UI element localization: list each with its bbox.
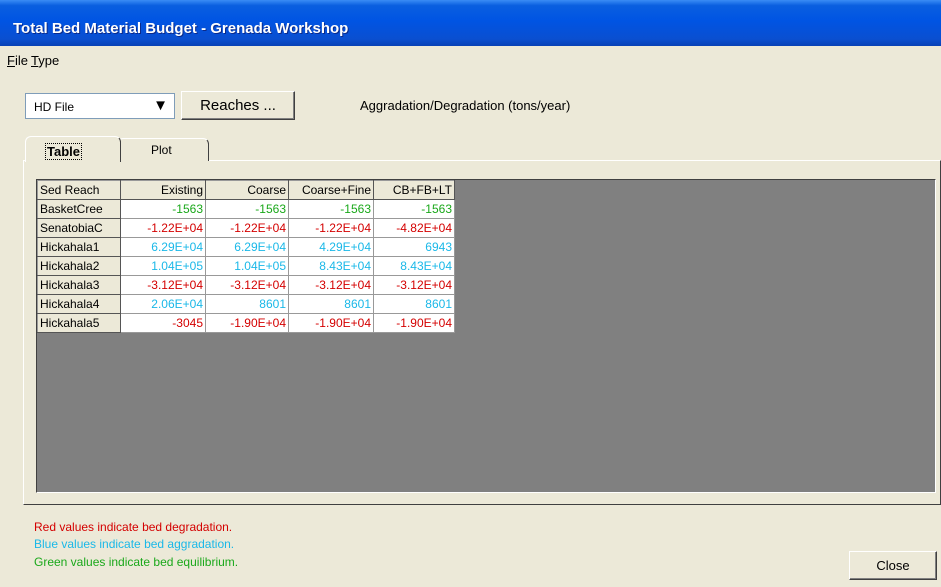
- table-row[interactable]: Hickahala2 1.04E+05 1.04E+05 8.43E+04 8.43E+…: [37, 256, 455, 276]
- table-cell[interactable]: 6.29E+04: [205, 237, 289, 257]
- table-cell[interactable]: 6.29E+04: [120, 237, 206, 257]
- row-header-label: Hickahala1: [40, 240, 100, 254]
- table-cell[interactable]: -3045: [120, 313, 206, 333]
- row-header[interactable]: Hickahala1: [37, 237, 121, 257]
- table-cell[interactable]: 8601: [288, 294, 374, 314]
- row-header-label: Hickahala4: [40, 297, 100, 311]
- table-cell[interactable]: -3.12E+04: [373, 275, 455, 295]
- table-cell[interactable]: -1.22E+04: [205, 218, 289, 238]
- column-header[interactable]: Sed Reach: [37, 180, 121, 200]
- menu-file[interactable]: File: [7, 53, 28, 68]
- file-type-select[interactable]: HD File ▼: [25, 93, 175, 119]
- row-header[interactable]: Hickahala2: [37, 256, 121, 276]
- table-cell[interactable]: -1.90E+04: [205, 313, 289, 333]
- row-header-label: Hickahala5: [40, 316, 100, 330]
- table-cell[interactable]: 2.06E+04: [120, 294, 206, 314]
- table-header-row: Sed Reach Existing Coarse Coarse+Fine CB…: [37, 180, 455, 200]
- table-cell[interactable]: -1.22E+04: [120, 218, 206, 238]
- legend-aggradation: Blue values indicate bed aggradation.: [34, 537, 235, 551]
- table-row[interactable]: Hickahala1 6.29E+04 6.29E+04 4.29E+04 6943: [37, 237, 455, 257]
- legend-degradation: Red values indicate bed degradation.: [34, 520, 233, 534]
- table-cell[interactable]: -3.12E+04: [288, 275, 374, 295]
- row-header[interactable]: BasketCree: [37, 199, 121, 219]
- menu-file-mnemonic: F: [7, 53, 15, 68]
- column-header[interactable]: Existing: [120, 180, 206, 200]
- table-cell[interactable]: 8601: [205, 294, 289, 314]
- row-header[interactable]: SenatobiaC: [37, 218, 121, 238]
- tab-table-label: Table: [45, 143, 82, 160]
- menu-type[interactable]: Type: [31, 53, 59, 68]
- table-cell[interactable]: -3.12E+04: [120, 275, 206, 295]
- table-cell[interactable]: 8.43E+04: [373, 256, 455, 276]
- table-cell[interactable]: 8601: [373, 294, 455, 314]
- row-header-label: Hickahala2: [40, 259, 100, 273]
- table-row[interactable]: Hickahala5 -3045 -1.90E+04 -1.90E+04 -1.90E+…: [37, 313, 455, 333]
- table-row[interactable]: BasketCree -1563 -1563 -1563 -1563: [37, 199, 455, 219]
- table-cell[interactable]: -3.12E+04: [205, 275, 289, 295]
- table-cell[interactable]: -1.90E+04: [373, 313, 455, 333]
- column-header[interactable]: Coarse+Fine: [288, 180, 374, 200]
- table-cell[interactable]: -1.90E+04: [288, 313, 374, 333]
- table-cell[interactable]: -1563: [288, 199, 374, 219]
- tab-plot-label: Plot: [151, 143, 172, 157]
- table-row[interactable]: SenatobiaC -1.22E+04 -1.22E+04 -1.22E+04 -4.…: [37, 218, 455, 238]
- menu-file-rest: ile: [14, 53, 28, 68]
- menu-type-rest: ype: [38, 53, 60, 68]
- close-button[interactable]: Close: [849, 551, 937, 580]
- table-cell[interactable]: -1563: [205, 199, 289, 219]
- budget-table: Sed Reach Existing Coarse Coarse+Fine CB…: [37, 180, 455, 333]
- data-grid[interactable]: Sed Reach Existing Coarse Coarse+Fine CB…: [36, 179, 936, 493]
- table-row[interactable]: Hickahala3 -3.12E+04 -3.12E+04 -3.12E+04 -3.…: [37, 275, 455, 295]
- tab-plot[interactable]: Plot: [117, 138, 209, 161]
- column-header-label: Coarse+Fine: [301, 183, 371, 197]
- row-header[interactable]: Hickahala5: [37, 313, 121, 333]
- units-label: Aggradation/Degradation (tons/year): [360, 98, 571, 113]
- table-cell[interactable]: -1563: [373, 199, 455, 219]
- window-title: Total Bed Material Budget - Grenada Work…: [13, 20, 349, 37]
- reaches-button[interactable]: Reaches ...: [181, 91, 295, 120]
- table-cell[interactable]: -4.82E+04: [373, 218, 455, 238]
- tab-table[interactable]: Table: [25, 136, 121, 162]
- menu-bar: File Type: [0, 50, 941, 70]
- table-cell[interactable]: 1.04E+05: [120, 256, 206, 276]
- table-cell[interactable]: 4.29E+04: [288, 237, 374, 257]
- title-bar: Total Bed Material Budget - Grenada Work…: [0, 0, 941, 46]
- row-header-label: BasketCree: [40, 202, 103, 216]
- row-header-label: Hickahala3: [40, 278, 100, 292]
- column-header[interactable]: CB+FB+LT: [373, 180, 455, 200]
- table-cell[interactable]: 1.04E+05: [205, 256, 289, 276]
- dropdown-arrow-icon[interactable]: ▼: [153, 97, 168, 114]
- table-cell[interactable]: 8.43E+04: [288, 256, 374, 276]
- table-cell[interactable]: -1563: [120, 199, 206, 219]
- table-cell[interactable]: -1.22E+04: [288, 218, 374, 238]
- row-header-label: SenatobiaC: [40, 221, 103, 235]
- file-type-value: HD File: [34, 100, 75, 114]
- row-header[interactable]: Hickahala4: [37, 294, 121, 314]
- row-header[interactable]: Hickahala3: [37, 275, 121, 295]
- legend-equilibrium: Green values indicate bed equilibrium.: [34, 555, 239, 569]
- table-cell[interactable]: 6943: [373, 237, 455, 257]
- table-row[interactable]: Hickahala4 2.06E+04 8601 8601 8601: [37, 294, 455, 314]
- column-header[interactable]: Coarse: [205, 180, 289, 200]
